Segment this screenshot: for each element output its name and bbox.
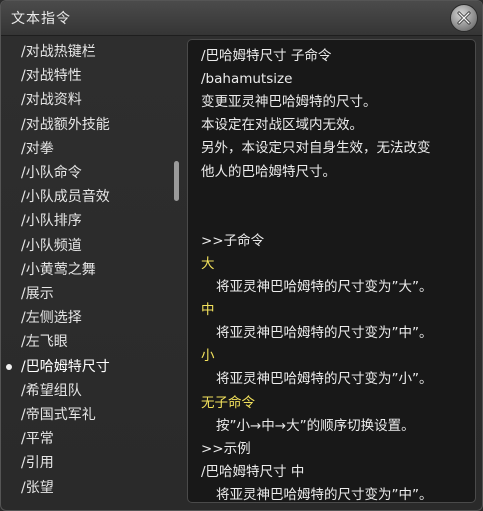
description-line: 另外，本设定只对自身生效，无法改变 <box>201 140 431 157</box>
sidebar-item[interactable]: /对战热键栏 <box>21 41 171 63</box>
sidebar-item[interactable]: /对战特性 <box>21 65 171 87</box>
description-line: 将亚灵神巴哈姆特的尺寸变为”小”。 <box>216 371 433 388</box>
command-list[interactable]: /对战热键栏/对战特性/对战资料/对战额外技能/对拳/小队命令/小队成员音效/小… <box>1 37 183 507</box>
description-line: 变更亚灵神巴哈姆特的尺寸。 <box>201 94 377 111</box>
close-x-icon <box>457 11 471 25</box>
sidebar-item[interactable]: /巴哈姆特尺寸 <box>21 356 171 378</box>
sidebar-item[interactable]: /小队频道 <box>21 235 171 257</box>
subcommand-label: 小 <box>201 348 215 365</box>
command-description-panel: /巴哈姆特尺寸 子命令/bahamutsize 变更亚灵神巴哈姆特的尺寸。 本设定在… <box>187 39 476 503</box>
text-command-window: 文本指令 /对战热键栏/对战特性/对战资料/对战额外技能/对拳/小队命令/小队成… <box>0 0 483 511</box>
description-line: 将亚灵神巴哈姆特的尺寸变为”大”。 <box>216 279 433 295</box>
sidebar-item[interactable]: /对战额外技能 <box>21 114 171 136</box>
description-line: /巴哈姆特尺寸 子命令 <box>201 48 332 64</box>
close-button[interactable] <box>450 4 478 32</box>
sidebar-item[interactable]: /左飞眼 <box>21 331 171 353</box>
description-line: 将亚灵神巴哈姆特的尺寸变为”中”。 <box>216 486 433 503</box>
sidebar-item[interactable]: /小队成员音效 <box>21 186 171 208</box>
sidebar-item[interactable]: /希望组队 <box>21 380 171 402</box>
sidebar-item[interactable]: /小队排序 <box>21 210 171 232</box>
sidebar-item[interactable]: /张望 <box>21 477 171 499</box>
description-line: >>子命令 <box>201 232 265 249</box>
window-title: 文本指令 <box>11 11 71 27</box>
sidebar-item[interactable]: /小队命令 <box>21 162 171 184</box>
subcommand-label: 无子命令 <box>201 394 255 411</box>
selected-bullet-icon <box>6 363 12 370</box>
title-bar[interactable]: 文本指令 <box>1 1 482 36</box>
sidebar-item[interactable]: /引用 <box>21 452 171 474</box>
sidebar-item[interactable]: /展示 <box>21 283 171 305</box>
description-line: 本设定在对战区域内无效。 <box>201 117 363 134</box>
subcommand-label: 中 <box>201 302 215 319</box>
description-line: /巴哈姆特尺寸 中 <box>201 463 305 480</box>
sidebar-item[interactable]: /帝国式军礼 <box>21 404 171 426</box>
description-line: 将亚灵神巴哈姆特的尺寸变为”中”。 <box>216 325 433 342</box>
sidebar-item[interactable]: /左侧选择 <box>21 307 171 329</box>
sidebar-item[interactable]: /平常 <box>21 428 171 450</box>
sidebar-item[interactable]: /对战资料 <box>21 89 171 111</box>
description-line: >>示例 <box>201 440 251 457</box>
command-list-scrollbar[interactable] <box>174 161 179 201</box>
sidebar-item[interactable]: /对拳 <box>21 138 171 160</box>
subcommand-label: 大 <box>201 255 215 272</box>
sidebar-item[interactable]: /小黄莺之舞 <box>21 259 171 281</box>
description-line: /bahamutsize <box>201 71 293 88</box>
description-line: 按”小→中→大”的顺序切换设置。 <box>216 417 415 434</box>
description-line: 他人的巴哈姆特尺寸。 <box>201 163 336 180</box>
